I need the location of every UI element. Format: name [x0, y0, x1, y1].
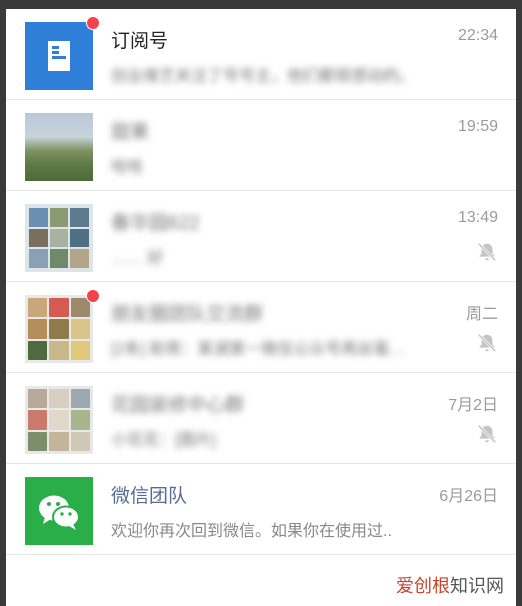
group-avatar: [25, 204, 93, 272]
subscription-avatar: [25, 22, 93, 90]
mute-bell-icon: [477, 333, 497, 353]
mute-bell-icon: [477, 242, 497, 262]
unread-dot: [86, 289, 100, 303]
chat-name: 花园装修中心群: [111, 395, 245, 416]
mute-bell-icon: [477, 424, 497, 444]
chat-row[interactable]: 甜果 哈哈 19:59: [6, 100, 516, 191]
landscape-avatar: [25, 113, 93, 181]
chat-time: 7月2日: [448, 397, 498, 414]
chat-name: 微信团队: [111, 486, 188, 507]
chat-list: 订阅号 创业维艺关注了号号主，他们都很感动的。 22:34 甜果 哈哈 19:5…: [6, 9, 516, 606]
chat-row[interactable]: 朋友圈团队交流群 [2条] 助哥：某湖第一微信公众号再丝毫… 周二: [6, 282, 516, 373]
watermark: 爱创根知识网: [396, 572, 504, 598]
chat-preview: 欢迎你再次回到微信。如果你在使用过..: [111, 523, 392, 540]
chat-row-wechat-team[interactable]: 微信团队 欢迎你再次回到微信。如果你在使用过.. 6月26日: [6, 464, 516, 555]
wechat-team-avatar: [25, 477, 93, 545]
group-avatar: [25, 386, 93, 454]
chat-time: 13:49: [457, 209, 498, 226]
unread-dot: [86, 16, 100, 30]
wechat-logo-icon: [39, 495, 80, 530]
subscription-icon: [48, 41, 70, 71]
chat-name: 朋友圈团队交流群: [111, 304, 264, 325]
chat-time: 周二: [465, 306, 498, 323]
chat-preview: 创业维艺关注了号号主，他们都很感动的。: [111, 68, 416, 85]
chat-preview: 哈哈: [111, 159, 144, 176]
chat-time: 22:34: [457, 27, 498, 44]
group-avatar: [25, 295, 93, 363]
chat-preview: [2条] 助哥：某湖第一微信公众号再丝毫…: [111, 341, 406, 358]
chat-preview: 小花花：[图片]: [111, 432, 216, 449]
chat-name: 订阅号: [111, 31, 169, 52]
chat-name: 甜果: [111, 122, 150, 143]
chat-time: 19:59: [457, 118, 498, 135]
watermark-brand: 爱创根: [396, 576, 450, 596]
chat-name: 春华园622: [111, 213, 200, 234]
chat-time: 6月26日: [439, 488, 498, 505]
chat-row-subscriptions[interactable]: 订阅号 创业维艺关注了号号主，他们都很感动的。 22:34: [6, 9, 516, 100]
watermark-rest: 知识网: [450, 576, 504, 596]
chat-row[interactable]: 花园装修中心群 小花花：[图片] 7月2日: [6, 373, 516, 464]
chat-preview: …… 好: [111, 250, 164, 267]
chat-row[interactable]: 春华园622 …… 好 13:49: [6, 191, 516, 282]
